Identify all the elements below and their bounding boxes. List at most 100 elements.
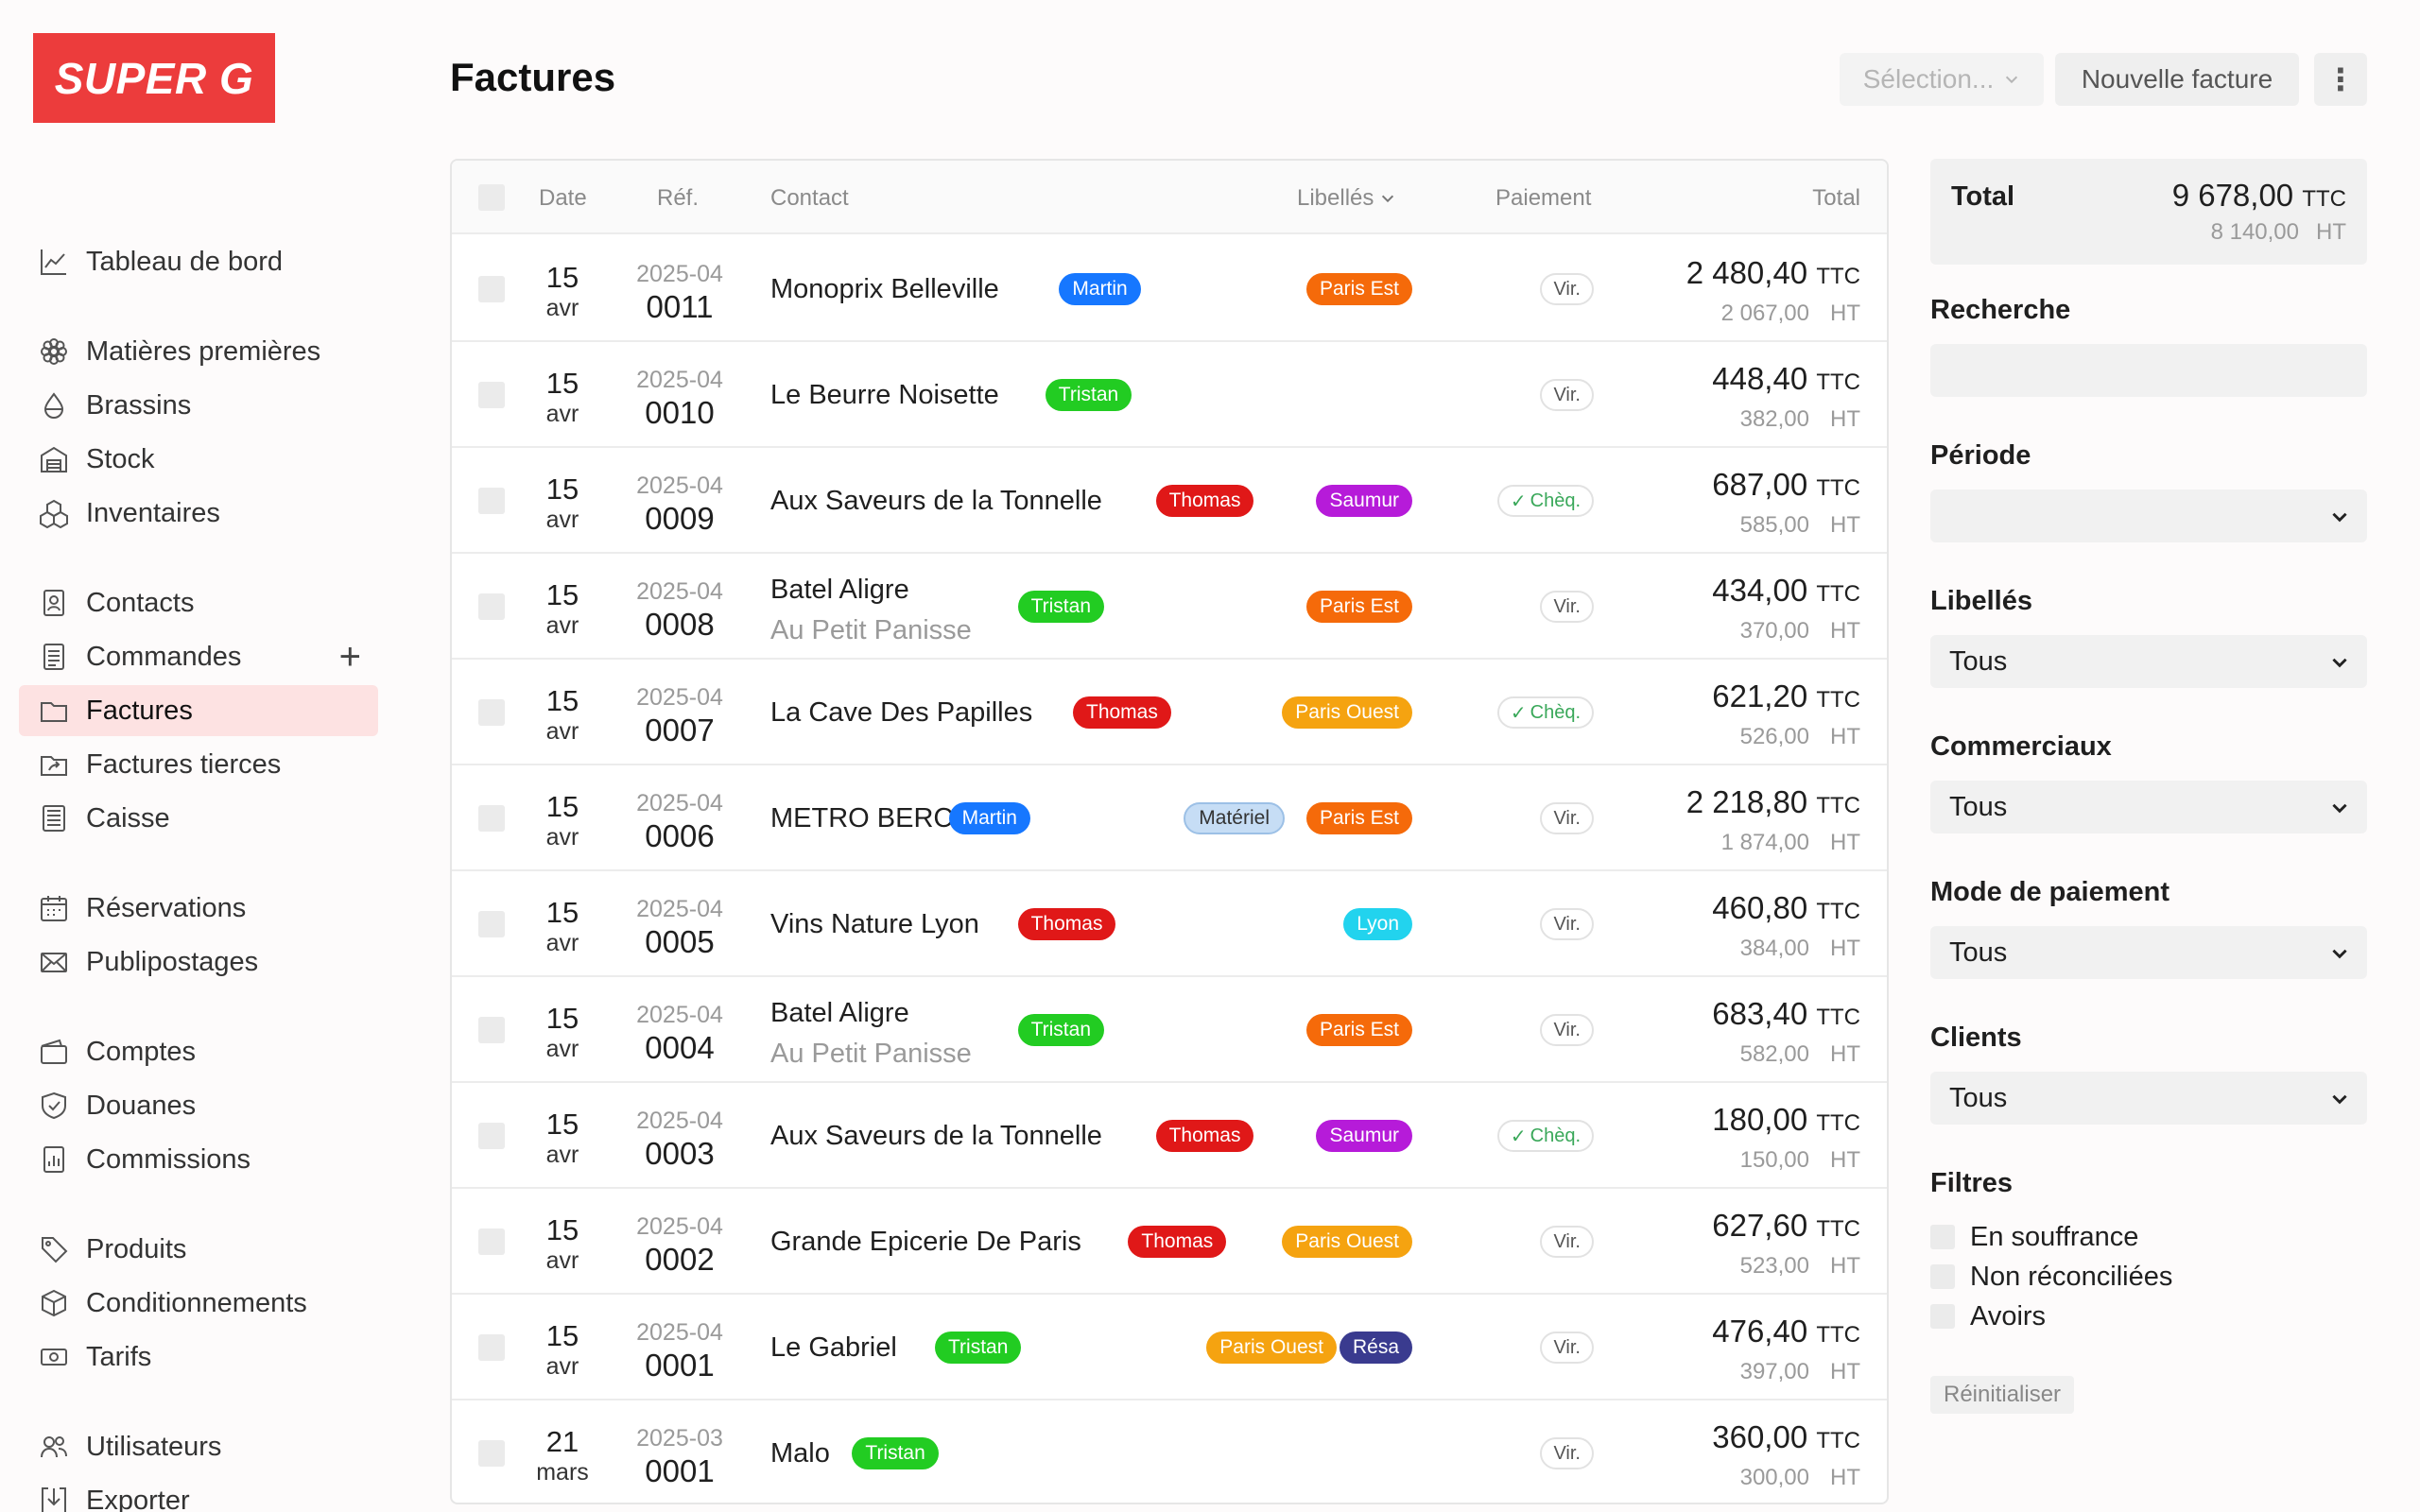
- total-ht: 150,00 HT: [1740, 1147, 1860, 1174]
- sales-select[interactable]: Tous: [1930, 781, 2367, 833]
- column-date[interactable]: Date: [539, 185, 587, 212]
- unit-ttc: TTC: [1816, 793, 1860, 818]
- filters-label: Filtres: [1930, 1168, 2014, 1198]
- clients-select[interactable]: Tous: [1930, 1072, 2367, 1125]
- payment-badge: Vir.: [1540, 908, 1594, 940]
- contact-name[interactable]: Monoprix Belleville: [770, 274, 999, 305]
- filter-credit-notes[interactable]: Avoirs: [1930, 1301, 2046, 1332]
- contact-name[interactable]: Aux Saveurs de la Tonnelle: [770, 486, 1102, 517]
- filter-checkbox[interactable]: [1930, 1264, 1955, 1289]
- row-checkbox[interactable]: [478, 1440, 505, 1467]
- table-row[interactable]: 15 avr 2025-04 0004 Batel Aligre Au Petit Pan…: [452, 977, 1887, 1083]
- sidebar-item-produits[interactable]: Produits: [19, 1224, 378, 1275]
- sidebar-item-tableau-de-bord[interactable]: Tableau de bord: [19, 236, 378, 287]
- row-checkbox[interactable]: [478, 1017, 505, 1043]
- table-row[interactable]: 21 mars 2025-03 0001 Malo Tristan Vir. 360,00 T…: [452, 1400, 1887, 1503]
- filter-unreconciled[interactable]: Non réconciliées: [1930, 1262, 2172, 1292]
- period-select[interactable]: [1930, 490, 2367, 542]
- table-row[interactable]: 15 avr 2025-04 0006 METRO BERCY Martin Paris E…: [452, 765, 1887, 871]
- labels-select[interactable]: Tous: [1930, 635, 2367, 688]
- payment-badge: Vir.: [1540, 1014, 1594, 1046]
- sidebar-item-label: Conditionnements: [86, 1287, 307, 1318]
- column-labels-filter[interactable]: Libellés: [1297, 185, 1396, 212]
- total-ht: 382,00 HT: [1740, 406, 1860, 433]
- row-checkbox[interactable]: [478, 805, 505, 832]
- search-input[interactable]: [1930, 344, 2367, 397]
- filter-checkbox[interactable]: [1930, 1304, 1955, 1329]
- table-row[interactable]: 15 avr 2025-04 0003 Aux Saveurs de la Tonnel…: [452, 1083, 1887, 1189]
- contact-name[interactable]: Grande Epicerie De Paris: [770, 1227, 1081, 1258]
- filter-overdue[interactable]: En souffrance: [1930, 1222, 2138, 1252]
- column-payment[interactable]: Paiement: [1495, 185, 1591, 212]
- sidebar-item-douanes[interactable]: Douanes: [19, 1080, 378, 1131]
- sidebar-item-tarifs[interactable]: Tarifs: [19, 1332, 378, 1383]
- table-row[interactable]: 15 avr 2025-04 0010 Le Beurre Noisette Trista…: [452, 342, 1887, 448]
- sidebar-item-commissions[interactable]: Commissions: [19, 1134, 378, 1185]
- row-checkbox[interactable]: [478, 1228, 505, 1255]
- ref-number: 0001: [645, 1348, 715, 1383]
- sidebar-item-factures-tierces[interactable]: Factures tierces: [19, 739, 378, 790]
- sidebar-item-factures[interactable]: Factures: [19, 685, 378, 736]
- filter-checkbox[interactable]: [1930, 1225, 1955, 1249]
- sidebar-item-reservations[interactable]: Réservations: [19, 883, 378, 934]
- payment-method: Vir.: [1553, 1230, 1581, 1252]
- payment-badge: ✓ Chèq.: [1496, 1120, 1594, 1152]
- column-ref[interactable]: Réf.: [657, 185, 699, 212]
- label-badge: Paris Est: [1305, 273, 1412, 305]
- table-row[interactable]: 15 avr 2025-04 0001 Le Gabriel Tristan Résa Par…: [452, 1295, 1887, 1400]
- selection-dropdown[interactable]: Sélection...: [1840, 53, 2044, 106]
- select-all-checkbox[interactable]: [478, 184, 505, 211]
- new-invoice-button[interactable]: Nouvelle facture: [2055, 53, 2299, 106]
- more-options-button[interactable]: ⋮: [2314, 53, 2367, 106]
- sidebar-item-matieres-premieres[interactable]: Matières premières: [19, 326, 378, 377]
- sidebar-item-caisse[interactable]: Caisse: [19, 793, 378, 844]
- contact-name[interactable]: Vins Nature Lyon: [770, 909, 979, 940]
- payment-method: Chèq.: [1530, 701, 1581, 723]
- contact-name[interactable]: La Cave Des Papilles: [770, 697, 1032, 729]
- ref-number: 0008: [645, 607, 715, 642]
- contact-name[interactable]: Aux Saveurs de la Tonnelle: [770, 1121, 1102, 1152]
- sidebar-item-comptes[interactable]: Comptes: [19, 1026, 378, 1077]
- row-checkbox[interactable]: [478, 276, 505, 302]
- contact-name[interactable]: Batel Aligre: [770, 998, 909, 1029]
- ref-number: 0003: [645, 1136, 715, 1171]
- column-total[interactable]: Total: [1812, 185, 1860, 212]
- table-row[interactable]: 15 avr 2025-04 0005 Vins Nature Lyon Thomas Ly…: [452, 871, 1887, 977]
- sidebar-item-inventaires[interactable]: Inventaires: [19, 488, 378, 539]
- row-checkbox[interactable]: [478, 488, 505, 514]
- row-checkbox[interactable]: [478, 1123, 505, 1149]
- contact-name[interactable]: Batel Aligre: [770, 575, 909, 606]
- sidebar-item-stock[interactable]: Stock: [19, 434, 378, 485]
- sidebar-item-label: Caisse: [86, 802, 170, 833]
- reset-button[interactable]: Réinitialiser: [1930, 1376, 2075, 1414]
- label-badge: Paris Ouest: [1282, 696, 1412, 729]
- sidebar-item-brassins[interactable]: Brassins: [19, 380, 378, 431]
- table-row[interactable]: 15 avr 2025-04 0008 Batel Aligre Au Petit Pan…: [452, 554, 1887, 660]
- add-order-icon[interactable]: +: [339, 638, 361, 676]
- row-checkbox[interactable]: [478, 593, 505, 620]
- sidebar-item-commandes[interactable]: Commandes +: [19, 631, 378, 682]
- payment-badge: Vir.: [1540, 591, 1594, 623]
- row-checkbox[interactable]: [478, 1334, 505, 1361]
- sidebar-item-exporter[interactable]: Exporter: [19, 1475, 378, 1512]
- table-row[interactable]: 15 avr 2025-04 0009 Aux Saveurs de la Tonnel…: [452, 448, 1887, 554]
- table-row[interactable]: 15 avr 2025-04 0002 Grande Epicerie De Paris…: [452, 1189, 1887, 1295]
- brand-logo[interactable]: SUPER G: [33, 33, 275, 123]
- sidebar-item-contacts[interactable]: Contacts: [19, 577, 378, 628]
- contact-name[interactable]: METRO BERCY: [770, 803, 972, 834]
- sidebar-item-conditionnements[interactable]: Conditionnements: [19, 1278, 378, 1329]
- table-row[interactable]: 15 avr 2025-04 0007 La Cave Des Papilles Thom…: [452, 660, 1887, 765]
- table-row[interactable]: 15 avr 2025-04 0011 Monoprix Belleville Marti…: [452, 236, 1887, 342]
- contact-name[interactable]: Le Gabriel: [770, 1332, 897, 1364]
- contact-name[interactable]: Malo: [770, 1438, 830, 1469]
- sidebar-item-publipostages[interactable]: Publipostages: [19, 936, 378, 988]
- row-checkbox[interactable]: [478, 382, 505, 408]
- ref-period: 2025-04: [636, 684, 723, 711]
- row-checkbox[interactable]: [478, 911, 505, 937]
- row-checkbox[interactable]: [478, 699, 505, 726]
- clients-filter-label: Clients: [1930, 1022, 2022, 1053]
- contact-name[interactable]: Le Beurre Noisette: [770, 380, 999, 411]
- payment-select[interactable]: Tous: [1930, 926, 2367, 979]
- sidebar-item-utilisateurs[interactable]: Utilisateurs: [19, 1421, 378, 1472]
- column-contact[interactable]: Contact: [770, 185, 849, 212]
